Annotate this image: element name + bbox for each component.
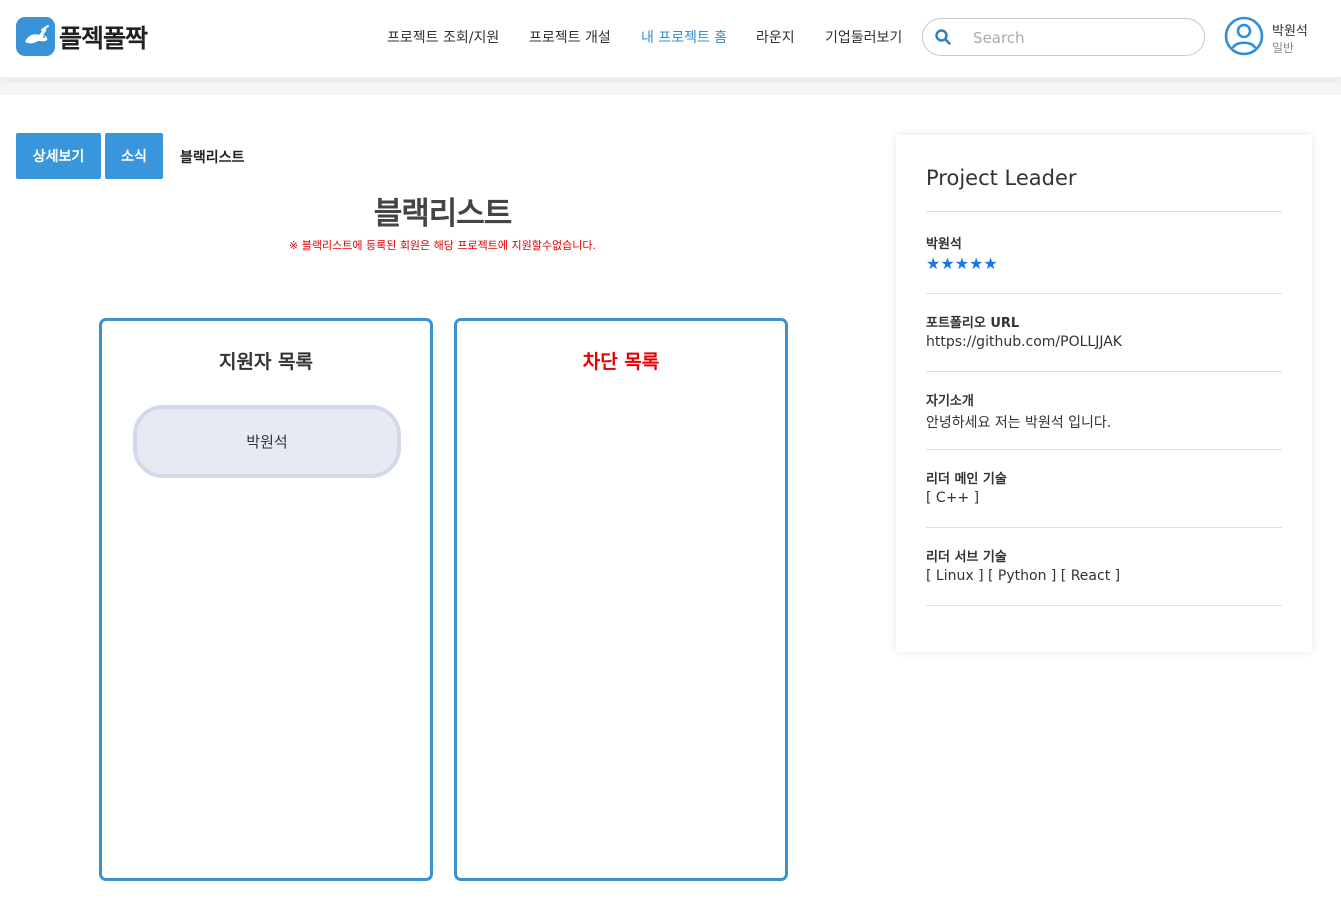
applicants-panel: 지원자 목록 박원석	[99, 318, 433, 881]
search-icon[interactable]	[934, 28, 952, 46]
applicants-panel-title: 지원자 목록	[218, 351, 313, 373]
main-skill-label: 리더 메인 기술	[926, 472, 1007, 487]
project-leader-card: Project Leader 박원석 ★★★★★ 포트폴리오 URL https…	[896, 135, 1312, 652]
nav-my-project-home[interactable]: 내 프로젝트 홈	[641, 27, 727, 47]
page-title: 블랙리스트	[373, 196, 513, 232]
blocked-panel-title: 차단 목록	[582, 351, 660, 373]
divider	[926, 211, 1282, 212]
search-input[interactable]	[973, 27, 1193, 49]
nav-project-search[interactable]: 프로젝트 조회/지원	[387, 27, 499, 47]
intro-label: 자기소개	[926, 394, 974, 409]
blacklist-notice: ※ 블랙리스트에 등록된 회원은 해당 프로젝트에 지원할수없습니다.	[289, 239, 596, 252]
intro-value: 안녕하세요 저는 박원석 입니다.	[926, 415, 1112, 431]
logo[interactable]: 플젝폴짝	[16, 17, 148, 56]
leader-name: 박원석	[926, 237, 962, 252]
user-avatar-icon[interactable]	[1224, 16, 1264, 56]
tab-blacklist[interactable]: 블랙리스트	[180, 147, 244, 167]
applicant-item[interactable]: 박원석	[133, 405, 401, 478]
rabbit-icon	[16, 17, 55, 56]
blocked-panel: 차단 목록	[454, 318, 788, 881]
divider	[926, 605, 1282, 606]
tab-news-button[interactable]: 소식	[105, 133, 163, 179]
nav-project-create[interactable]: 프로젝트 개설	[529, 27, 611, 47]
leader-card-title: Project Leader	[926, 166, 1077, 190]
portfolio-url[interactable]: https://github.com/POLLJJAK	[926, 334, 1122, 350]
header-divider-band	[0, 79, 1341, 95]
main-skill-value: [ C++ ]	[926, 490, 980, 506]
top-navbar: 플젝폴짝 프로젝트 조회/지원 프로젝트 개설 내 프로젝트 홈 라운지 기업둘…	[0, 0, 1341, 78]
logo-text: 플젝폴짝	[59, 23, 148, 53]
nav-lounge[interactable]: 라운지	[756, 27, 795, 47]
divider	[926, 527, 1282, 528]
sub-skill-value: [ Linux ] [ Python ] [ React ]	[926, 568, 1121, 584]
search-box	[922, 18, 1205, 56]
nav-companies[interactable]: 기업둘러보기	[825, 27, 902, 47]
portfolio-label: 포트폴리오 URL	[926, 316, 1020, 331]
user-name[interactable]: 박원석	[1272, 20, 1308, 39]
divider	[926, 449, 1282, 450]
tab-detail-button[interactable]: 상세보기	[16, 133, 101, 179]
sub-skill-label: 리더 서브 기술	[926, 550, 1007, 565]
divider	[926, 371, 1282, 372]
rating-stars: ★★★★★	[926, 254, 998, 273]
divider	[926, 293, 1282, 294]
user-role: 일반	[1272, 41, 1295, 55]
